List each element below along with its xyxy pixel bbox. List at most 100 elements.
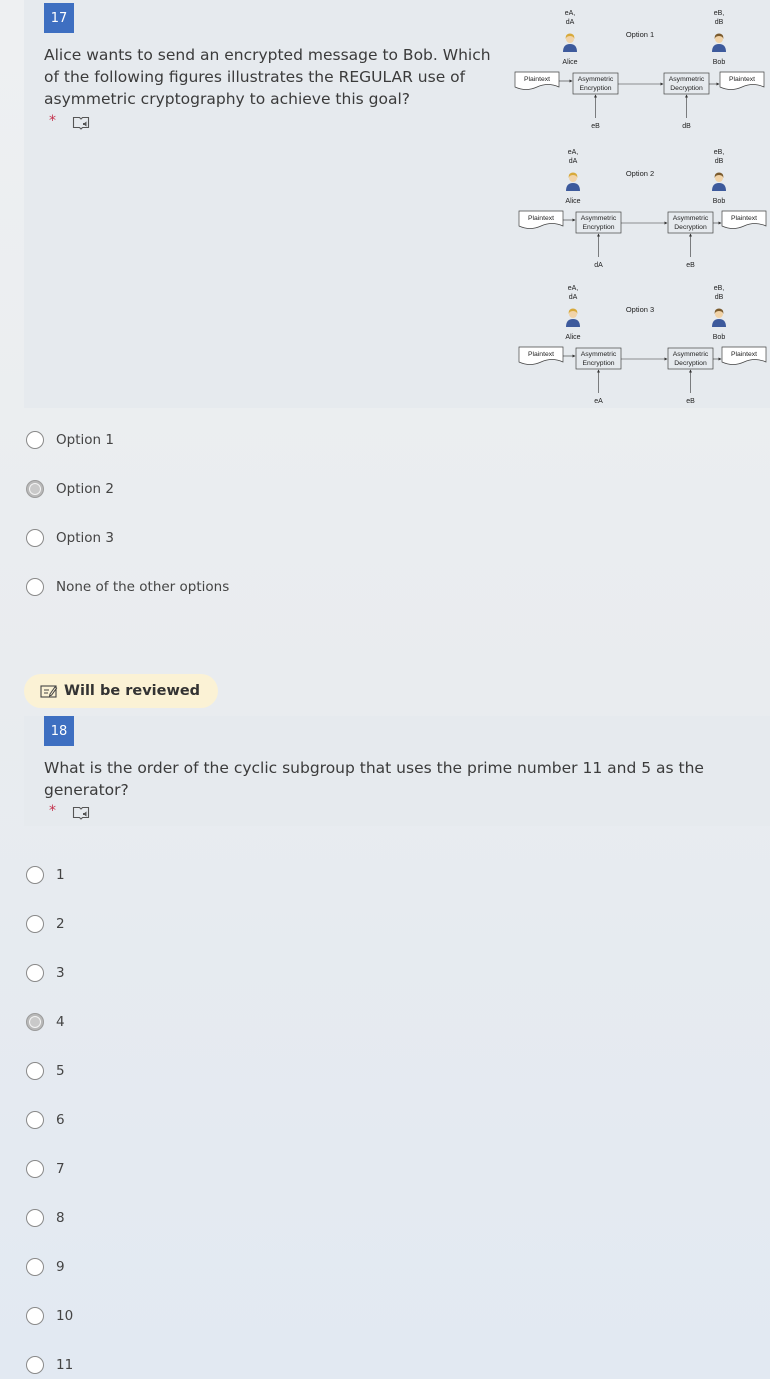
immersive-reader-icon[interactable]	[72, 114, 90, 132]
question-number: 17	[44, 3, 74, 33]
question-number: 18	[44, 716, 74, 746]
decryption-key-label: dB	[682, 123, 691, 130]
option-label: 4	[56, 1014, 65, 1030]
option-label: 10	[56, 1308, 74, 1324]
question-title-line: Alice wants to send an encrypted message…	[44, 46, 491, 64]
option-1[interactable]: Option 1	[26, 429, 114, 451]
radio-button[interactable]	[26, 1062, 44, 1080]
option-3[interactable]: Option 3	[26, 527, 114, 549]
plaintext-label: Plaintext	[524, 76, 550, 83]
bob-keys: eB,	[714, 10, 725, 17]
alice-name: Alice	[565, 198, 580, 205]
option-label: Option 1	[626, 30, 654, 39]
option-2[interactable]: 2	[26, 913, 65, 935]
bob-name: Bob	[713, 334, 726, 341]
person-icon	[566, 308, 580, 327]
radio-button[interactable]	[26, 915, 44, 933]
plaintext-label: Plaintext	[731, 215, 757, 222]
radio-button[interactable]	[26, 1258, 44, 1276]
radio-button[interactable]	[26, 866, 44, 884]
figure-option-panel: eA, dA eB, dB Option 1 Alice Bob Plaintext Asymm…	[514, 10, 765, 130]
alice-keys: dA	[569, 158, 578, 165]
bob-keys: dB	[715, 158, 724, 165]
review-badge: Will be reviewed	[24, 674, 218, 708]
encryption-label: Encryption	[582, 224, 614, 231]
encryption-key-label: dA	[594, 262, 603, 269]
question-title-line: asymmetric cryptography to achieve this …	[44, 90, 410, 108]
radio-button-selected[interactable]	[26, 480, 44, 498]
plaintext-label: Plaintext	[528, 351, 554, 358]
person-icon	[563, 33, 577, 52]
figure-option-panel: eA, dA eB, dB Option 2 Alice Bob Plaintext Asymm…	[518, 149, 767, 269]
encryption-label: Asymmetric	[581, 351, 617, 358]
option-label: 3	[56, 965, 65, 981]
radio-button-selected[interactable]	[26, 1013, 44, 1031]
review-badge-label: Will be reviewed	[64, 683, 201, 699]
bob-keys: dB	[715, 19, 724, 26]
decryption-label: Asymmetric	[673, 351, 709, 358]
decryption-label: Asymmetric	[669, 76, 705, 83]
option-11[interactable]: 11	[26, 1354, 73, 1376]
option-8[interactable]: 8	[26, 1207, 65, 1229]
radio-button[interactable]	[26, 1160, 44, 1178]
option-4[interactable]: 4	[26, 1011, 65, 1033]
alice-name: Alice	[565, 334, 580, 341]
plaintext-label: Plaintext	[731, 351, 757, 358]
immersive-reader-icon[interactable]	[72, 804, 90, 822]
person-icon	[566, 172, 580, 191]
person-icon	[712, 308, 726, 327]
option-label: Option 3	[56, 530, 114, 546]
decryption-label: Asymmetric	[673, 215, 709, 222]
radio-button[interactable]	[26, 1209, 44, 1227]
bob-keys: dB	[715, 294, 724, 301]
option-label: 1	[56, 867, 65, 883]
plaintext-label: Plaintext	[729, 76, 755, 83]
figure-option-panel: eA, dA eB, dB Option 3 Alice Bob Plaintext Asymm…	[518, 285, 767, 405]
decryption-label: Decryption	[670, 85, 703, 92]
alice-keys: dA	[566, 19, 575, 26]
option-label: None of the other options	[56, 579, 230, 595]
question-title-line: generator?	[44, 781, 129, 799]
option-label: Option 3	[626, 305, 654, 314]
question-title-line: What is the order of the cyclic subgroup…	[44, 759, 704, 777]
question-title: What is the order of the cyclic subgroup…	[44, 757, 704, 801]
cryptography-options-figure: eA, dA eB, dB Option 1 Alice Bob Plaintext Asymm…	[514, 10, 767, 405]
radio-button[interactable]	[26, 431, 44, 449]
radio-button[interactable]	[26, 529, 44, 547]
option-label: 11	[56, 1357, 74, 1373]
review-icon	[40, 685, 58, 698]
encryption-key-label: eA	[594, 398, 603, 405]
radio-button[interactable]	[26, 578, 44, 596]
option-6[interactable]: 6	[26, 1109, 65, 1131]
radio-button[interactable]	[26, 1111, 44, 1129]
option-7[interactable]: 7	[26, 1158, 65, 1180]
option-5[interactable]: 5	[26, 1060, 65, 1082]
alice-keys: eA,	[568, 285, 579, 292]
option-2[interactable]: Option 2	[26, 478, 114, 500]
person-icon	[712, 172, 726, 191]
required-marker: *	[49, 113, 56, 129]
radio-button[interactable]	[26, 1356, 44, 1374]
encryption-label: Asymmetric	[578, 76, 614, 83]
alice-keys: eA,	[568, 149, 579, 156]
option-label: 7	[56, 1161, 65, 1177]
radio-button[interactable]	[26, 1307, 44, 1325]
option-3[interactable]: 3	[26, 962, 65, 984]
encryption-label: Encryption	[579, 85, 611, 92]
option-none[interactable]: None of the other options	[26, 576, 229, 598]
decryption-key-label: eB	[686, 398, 695, 405]
decryption-label: Decryption	[674, 360, 707, 367]
option-9[interactable]: 9	[26, 1256, 65, 1278]
decryption-label: Decryption	[674, 224, 707, 231]
decryption-key-label: eB	[686, 262, 695, 269]
option-label: 6	[56, 1112, 65, 1128]
option-10[interactable]: 10	[26, 1305, 73, 1327]
alice-name: Alice	[562, 59, 577, 66]
bob-keys: eB,	[714, 285, 725, 292]
option-label: 8	[56, 1210, 65, 1226]
option-label: Option 2	[626, 169, 654, 178]
radio-button[interactable]	[26, 964, 44, 982]
option-1[interactable]: 1	[26, 864, 65, 886]
encryption-key-label: eB	[591, 123, 600, 130]
encryption-label: Encryption	[582, 360, 614, 367]
